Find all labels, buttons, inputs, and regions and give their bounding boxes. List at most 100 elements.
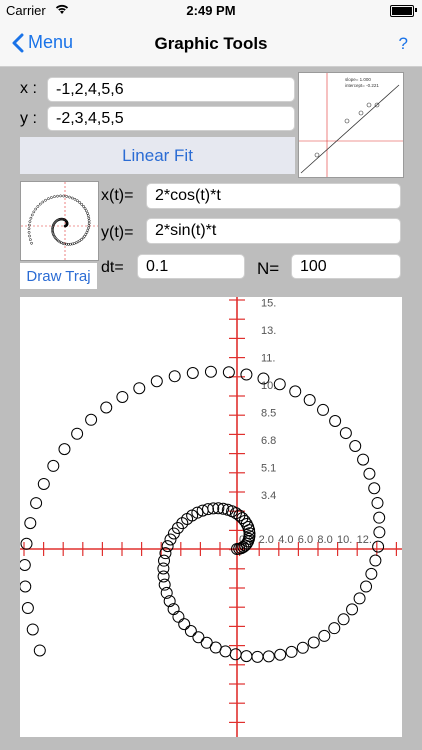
y-tick-label: 3.4 xyxy=(261,490,276,502)
trajectory-point xyxy=(357,453,370,466)
trajectory-point xyxy=(353,592,366,605)
y-input[interactable]: -2,3,4,5,5 xyxy=(47,106,295,131)
trajectory-point xyxy=(318,629,331,642)
trajectory-point xyxy=(58,443,71,456)
trajectory-thumbnail-plot xyxy=(21,182,98,260)
linear-fit-thumbnail-plot: slope= 1.000 intercept= -0.221 xyxy=(299,73,403,177)
trajectory-point xyxy=(289,385,302,398)
x-tick-label: 4.0 xyxy=(278,534,293,546)
yt-input[interactable]: 2*sin(t)*t xyxy=(146,218,401,244)
thumb-slope-text: slope= 1.000 xyxy=(345,77,371,82)
trajectory-point xyxy=(346,603,359,616)
thumb-point xyxy=(56,194,59,198)
trajectory-point xyxy=(368,482,381,495)
thumb-point xyxy=(51,232,55,235)
thumb-point xyxy=(27,227,31,231)
trajectory-point xyxy=(365,567,378,580)
thumb-point xyxy=(87,219,91,223)
trajectory-point xyxy=(37,477,50,490)
trajectory-point xyxy=(285,645,298,658)
help-button[interactable]: ? xyxy=(399,34,408,54)
trajectory-point xyxy=(349,439,362,452)
trajectory-point xyxy=(222,366,235,379)
trajectory-point xyxy=(100,401,113,414)
thumb-point xyxy=(82,204,85,208)
thumb-point xyxy=(87,224,91,227)
thumb-point xyxy=(44,198,47,202)
thumb-point xyxy=(86,228,90,232)
dt-input[interactable]: 0.1 xyxy=(137,254,245,279)
thumb-point xyxy=(50,196,53,199)
x-tick-label: 12. xyxy=(357,534,372,546)
trajectory-point xyxy=(26,623,39,636)
trajectory-plot: 0.0 2.0 4.0 6.0 8.0 10. 12.3.45.16.88.510.11.1… xyxy=(20,297,402,737)
thumb-point xyxy=(29,216,33,220)
trajectory-point xyxy=(178,618,191,631)
status-bar: Carrier 2:49 PM xyxy=(0,0,422,22)
thumb-point xyxy=(29,238,32,241)
page-title: Graphic Tools xyxy=(154,34,268,53)
x-tick-label: 8.0 xyxy=(317,534,332,546)
linear-fit-thumbnail: slope= 1.000 intercept= -0.221 xyxy=(298,72,404,178)
trajectory-point xyxy=(21,602,34,615)
trajectory-point xyxy=(20,558,31,571)
y-tick-label: 15. xyxy=(261,298,276,310)
thumb-point xyxy=(62,194,65,198)
n-input[interactable]: 100 xyxy=(291,254,401,279)
trajectory-point xyxy=(296,641,309,654)
trajectory-point xyxy=(371,496,384,509)
trajectory-point xyxy=(186,367,199,380)
y-tick-label: 8.5 xyxy=(261,408,276,420)
y-tick-label: 11. xyxy=(261,353,275,365)
thumb-point xyxy=(85,209,88,213)
trajectory-point xyxy=(20,580,32,593)
trajectory-point xyxy=(133,382,146,395)
trajectory-point xyxy=(30,497,43,510)
thumb-point xyxy=(41,200,45,204)
thumb-point xyxy=(30,213,34,217)
battery-icon xyxy=(390,5,414,17)
thumb-point xyxy=(28,234,31,238)
x-input[interactable]: -1,2,4,5,6 xyxy=(47,77,295,102)
trajectory-point xyxy=(71,427,84,440)
xt-input[interactable]: 2*cos(t)*t xyxy=(146,183,401,209)
thumb-point xyxy=(27,231,31,234)
thumb-point xyxy=(59,194,62,198)
trajectory-point xyxy=(24,517,37,530)
y-tick-label: 5.1 xyxy=(261,463,276,475)
n-label: N= xyxy=(257,259,280,278)
trajectory-point xyxy=(161,540,174,553)
trajectory-point xyxy=(363,467,376,480)
thumb-point xyxy=(86,211,89,215)
y-label: y : xyxy=(20,110,37,127)
trajectory-point xyxy=(240,650,253,663)
x-tick-label: 2.0 xyxy=(259,534,274,546)
trajectory-point xyxy=(176,517,189,530)
trajectory-point xyxy=(373,511,386,524)
dt-label: dt= xyxy=(101,259,124,276)
trajectory-point xyxy=(303,394,316,407)
thumb-point xyxy=(38,202,42,206)
thumb-point xyxy=(68,195,71,199)
thumb-point xyxy=(28,220,32,223)
trajectory-point xyxy=(262,650,275,663)
thumb-point xyxy=(47,197,50,201)
thumb-point xyxy=(85,231,89,234)
yt-label: y(t)= xyxy=(101,224,134,241)
thumb-point xyxy=(83,207,87,210)
draw-traj-button[interactable]: Draw Traj xyxy=(20,263,97,289)
thumb-point xyxy=(78,201,81,204)
y-tick-label: 13. xyxy=(261,325,276,337)
x-tick-label: 6.0 xyxy=(298,534,313,546)
trajectory-point xyxy=(168,370,181,383)
x-tick-label: 10. xyxy=(337,534,352,546)
y-tick-label: 6.8 xyxy=(261,435,276,447)
xt-label: x(t)= xyxy=(101,187,134,204)
trajectory-point xyxy=(150,375,163,388)
trajectory-point xyxy=(20,537,33,550)
trajectory-point xyxy=(229,648,242,661)
trajectory-point xyxy=(164,533,177,546)
linear-fit-button[interactable]: Linear Fit xyxy=(20,137,295,174)
trajectory-point xyxy=(204,365,217,378)
trajectory-point xyxy=(307,636,320,649)
